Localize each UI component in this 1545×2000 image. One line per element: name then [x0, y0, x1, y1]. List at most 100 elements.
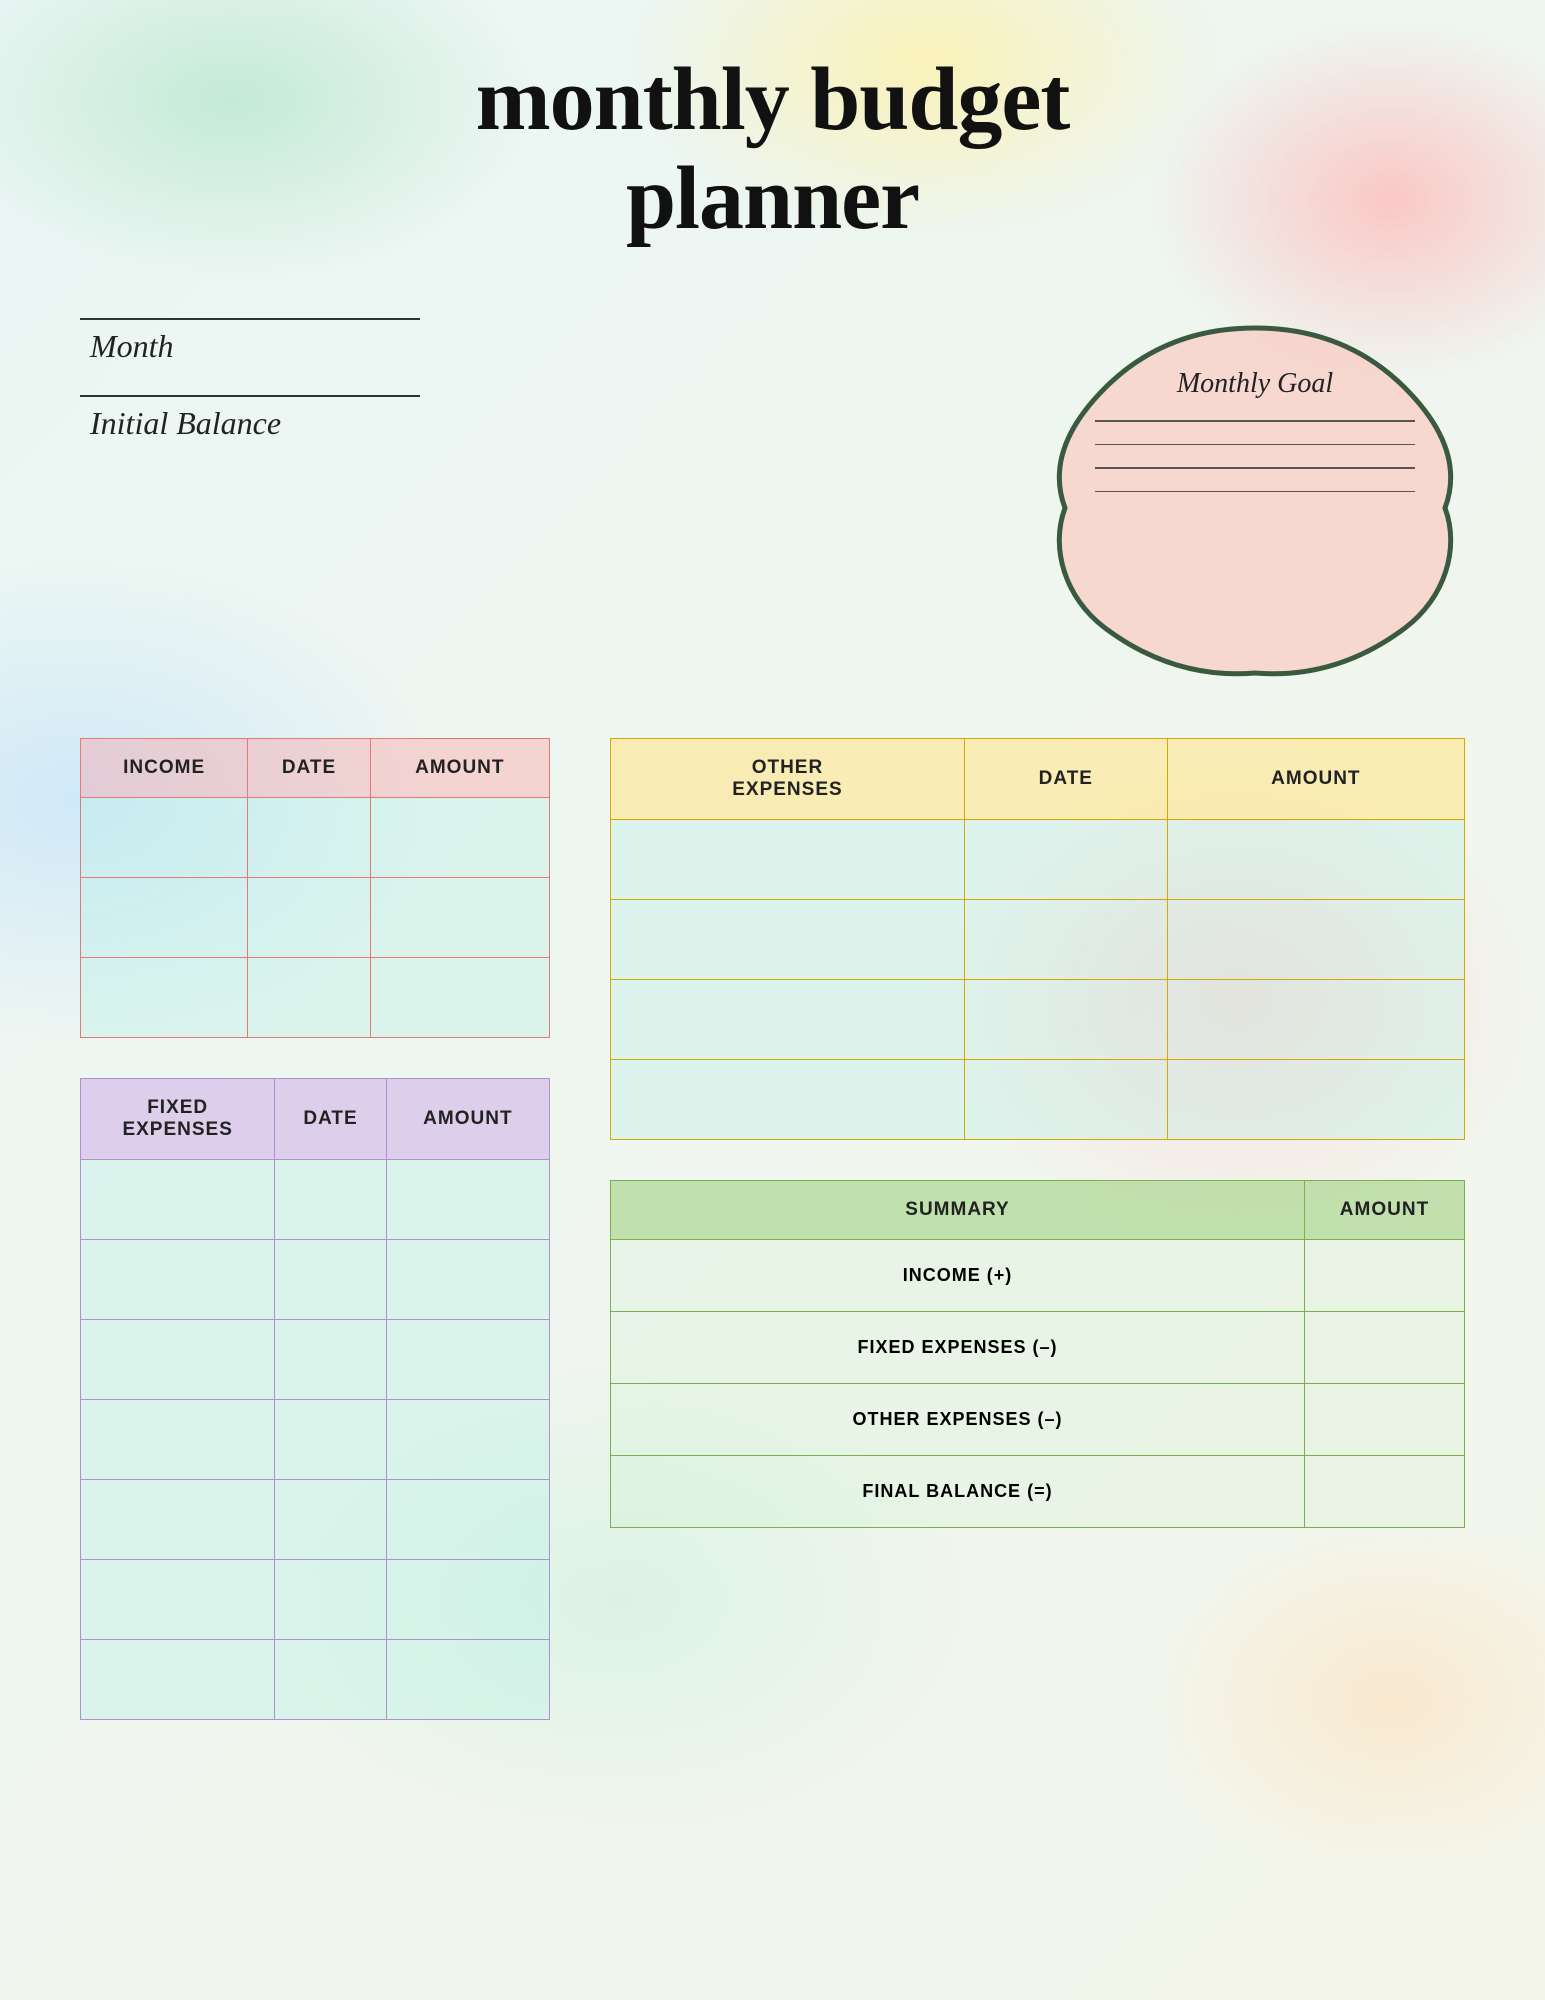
fixed-expenses-table: FIXEDEXPENSES DATE AMOUNT — [80, 1078, 550, 1720]
table-row — [81, 1400, 550, 1480]
cell[interactable] — [1167, 980, 1464, 1060]
cell[interactable] — [386, 1560, 549, 1640]
cell[interactable] — [964, 980, 1167, 1060]
balance-field-group: Initial Balance — [80, 395, 420, 442]
cell[interactable] — [275, 1480, 386, 1560]
cell[interactable] — [611, 980, 965, 1060]
cell[interactable] — [386, 1640, 549, 1720]
cell[interactable] — [386, 1160, 549, 1240]
cell[interactable] — [611, 900, 965, 980]
summary-col-header: SUMMARY — [611, 1181, 1305, 1240]
cell[interactable] — [370, 798, 549, 878]
cell[interactable] — [275, 1400, 386, 1480]
cell[interactable] — [81, 1320, 275, 1400]
table-row — [611, 820, 1465, 900]
cell[interactable] — [275, 1320, 386, 1400]
title-line2: planner — [626, 149, 919, 248]
cell[interactable] — [386, 1400, 549, 1480]
table-row — [81, 1640, 550, 1720]
table-row — [81, 1240, 550, 1320]
summary-fixed-value[interactable] — [1305, 1312, 1465, 1384]
cell[interactable] — [248, 958, 370, 1038]
income-amount-header: AMOUNT — [370, 739, 549, 798]
tables-section: INCOME DATE AMOUNT — [80, 738, 1465, 1720]
fixed-amount-header: AMOUNT — [386, 1079, 549, 1160]
income-date-header: DATE — [248, 739, 370, 798]
cell[interactable] — [611, 1060, 965, 1140]
table-row — [81, 1160, 550, 1240]
cell[interactable] — [611, 820, 965, 900]
other-expenses-table: OTHEREXPENSES DATE AMOUNT — [610, 738, 1465, 1140]
table-row — [611, 1060, 1465, 1140]
summary-final-value[interactable] — [1305, 1456, 1465, 1528]
cell[interactable] — [964, 900, 1167, 980]
cell[interactable] — [248, 878, 370, 958]
cell[interactable] — [275, 1560, 386, 1640]
right-tables: OTHEREXPENSES DATE AMOUNT — [610, 738, 1465, 1720]
cell[interactable] — [1167, 820, 1464, 900]
balance-line — [80, 395, 420, 397]
summary-other-label: OTHER EXPENSES (–) — [611, 1384, 1305, 1456]
cell[interactable] — [81, 1640, 275, 1720]
table-row: FIXED EXPENSES (–) — [611, 1312, 1465, 1384]
cell[interactable] — [964, 1060, 1167, 1140]
left-fields: Month Initial Balance — [80, 308, 420, 442]
cell[interactable] — [81, 1240, 275, 1320]
table-row: OTHER EXPENSES (–) — [611, 1384, 1465, 1456]
summary-fixed-label: FIXED EXPENSES (–) — [611, 1312, 1305, 1384]
table-row — [81, 878, 550, 958]
cell[interactable] — [81, 878, 248, 958]
goal-content: Monthly Goal — [1095, 368, 1415, 648]
summary-income-label: INCOME (+) — [611, 1240, 1305, 1312]
cell[interactable] — [275, 1160, 386, 1240]
table-row — [611, 900, 1465, 980]
summary-amount-header: AMOUNT — [1305, 1181, 1465, 1240]
cell[interactable] — [81, 1560, 275, 1640]
left-tables: INCOME DATE AMOUNT — [80, 738, 550, 1720]
cell[interactable] — [81, 798, 248, 878]
table-row — [81, 1560, 550, 1640]
cell[interactable] — [386, 1240, 549, 1320]
cell[interactable] — [81, 1400, 275, 1480]
month-field-group: Month — [80, 318, 420, 365]
table-row — [81, 798, 550, 878]
fixed-date-header: DATE — [275, 1079, 386, 1160]
cell[interactable] — [370, 958, 549, 1038]
goal-line-2 — [1095, 444, 1415, 446]
table-row — [81, 1320, 550, 1400]
page-title: monthly budget planner — [80, 50, 1465, 248]
cell[interactable] — [386, 1320, 549, 1400]
cell[interactable] — [1167, 900, 1464, 980]
other-date-header: DATE — [964, 739, 1167, 820]
summary-income-value[interactable] — [1305, 1240, 1465, 1312]
cell[interactable] — [275, 1640, 386, 1720]
table-row — [611, 980, 1465, 1060]
other-col-header: OTHEREXPENSES — [611, 739, 965, 820]
table-row: FINAL BALANCE (=) — [611, 1456, 1465, 1528]
fixed-col-header: FIXEDEXPENSES — [81, 1079, 275, 1160]
balance-label: Initial Balance — [80, 405, 420, 442]
cell[interactable] — [964, 820, 1167, 900]
cell[interactable] — [248, 798, 370, 878]
table-row — [81, 1480, 550, 1560]
summary-other-value[interactable] — [1305, 1384, 1465, 1456]
cell[interactable] — [81, 958, 248, 1038]
top-section: Month Initial Balance Monthly Goal — [80, 308, 1465, 688]
goal-line-4 — [1095, 491, 1415, 493]
title-line1: monthly budget — [476, 50, 1070, 149]
table-row — [81, 958, 550, 1038]
cell[interactable] — [386, 1480, 549, 1560]
income-col-header: INCOME — [81, 739, 248, 798]
summary-final-label: FINAL BALANCE (=) — [611, 1456, 1305, 1528]
cell[interactable] — [81, 1480, 275, 1560]
cell[interactable] — [81, 1160, 275, 1240]
cell[interactable] — [275, 1240, 386, 1320]
summary-table: SUMMARY AMOUNT INCOME (+) FIXED EXPENSES… — [610, 1180, 1465, 1528]
month-line — [80, 318, 420, 320]
month-label: Month — [80, 328, 420, 365]
goal-title: Monthly Goal — [1095, 368, 1415, 400]
table-row: INCOME (+) — [611, 1240, 1465, 1312]
other-amount-header: AMOUNT — [1167, 739, 1464, 820]
cell[interactable] — [370, 878, 549, 958]
cell[interactable] — [1167, 1060, 1464, 1140]
